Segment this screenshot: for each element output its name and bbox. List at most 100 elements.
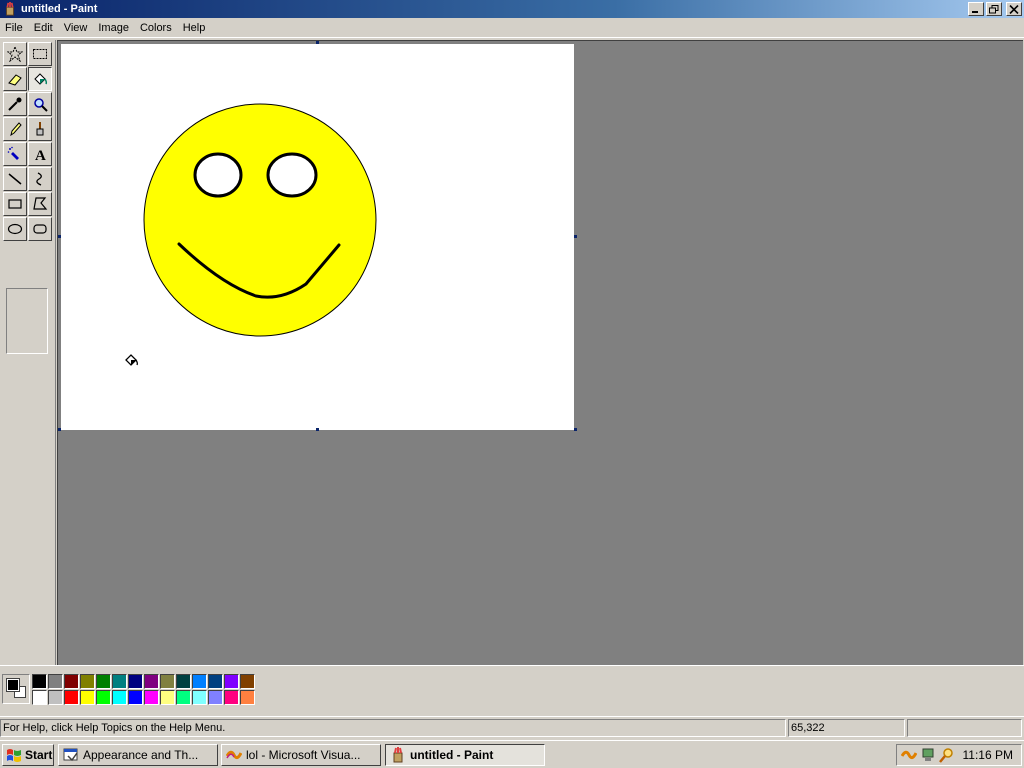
palette-swatch[interactable] <box>224 674 239 689</box>
palette-swatch[interactable] <box>176 690 191 705</box>
palette-swatch[interactable] <box>208 674 223 689</box>
foreground-color <box>6 678 20 692</box>
menu-colors[interactable]: Colors <box>135 18 178 38</box>
polygon-icon <box>33 197 48 210</box>
taskbar: Start Appearance and Th... lol - Microso… <box>0 740 1024 768</box>
palette-swatch[interactable] <box>160 674 175 689</box>
palette-swatch[interactable] <box>128 674 143 689</box>
resize-handle-top[interactable] <box>316 41 319 44</box>
resize-handle-bottom[interactable] <box>316 428 319 431</box>
title-bar[interactable]: untitled - Paint <box>0 0 1024 18</box>
right-eye <box>266 152 318 198</box>
search-tray-icon[interactable] <box>939 747 955 763</box>
resize-handle-corner[interactable] <box>574 428 577 431</box>
palette-swatch[interactable] <box>208 690 223 705</box>
menu-help[interactable]: Help <box>178 18 212 38</box>
visual-studio-tray-icon[interactable] <box>901 747 917 763</box>
smiley-face <box>143 103 377 337</box>
task-visual-studio[interactable]: lol - Microsoft Visua... <box>221 744 381 766</box>
palette-swatch[interactable] <box>192 690 207 705</box>
palette-swatch[interactable] <box>80 674 95 689</box>
status-help-text: For Help, click Help Topics on the Help … <box>0 719 786 737</box>
palette-swatch[interactable] <box>144 690 159 705</box>
palette-swatch[interactable] <box>240 674 255 689</box>
star-select-icon <box>7 46 23 62</box>
tool-line[interactable] <box>3 167 27 191</box>
task-appearance-themes[interactable]: Appearance and Th... <box>58 744 218 766</box>
palette-swatch[interactable] <box>160 690 175 705</box>
tool-curve[interactable] <box>28 167 52 191</box>
tool-ellipse[interactable] <box>3 217 27 241</box>
palette-swatch[interactable] <box>176 674 191 689</box>
tool-rounded-rectangle[interactable] <box>28 217 52 241</box>
task-paint[interactable]: untitled - Paint <box>385 744 545 766</box>
menu-image[interactable]: Image <box>93 18 135 38</box>
current-colors[interactable] <box>2 674 30 704</box>
ellipse-icon <box>7 223 23 235</box>
eyedropper-icon <box>8 97 22 111</box>
minimize-icon <box>972 10 978 13</box>
fill-cursor-icon <box>125 354 138 366</box>
tool-select[interactable] <box>28 42 52 66</box>
left-eye <box>193 152 243 198</box>
palette-swatch[interactable] <box>80 690 95 705</box>
palette-swatch[interactable] <box>224 690 239 705</box>
tool-rectangle[interactable] <box>3 192 27 216</box>
close-button[interactable] <box>1006 2 1022 16</box>
tool-options-box[interactable] <box>6 288 48 354</box>
resize-handle-bottom-left[interactable] <box>58 428 61 431</box>
paint-app-icon <box>6 2 14 16</box>
status-bar: For Help, click Help Topics on the Help … <box>0 716 1024 738</box>
network-tray-icon[interactable] <box>920 747 936 763</box>
palette-swatch[interactable] <box>96 690 111 705</box>
palette-swatch[interactable] <box>32 690 47 705</box>
palette-swatch[interactable] <box>64 690 79 705</box>
resize-handle-left[interactable] <box>58 235 61 238</box>
tool-text[interactable]: A <box>28 142 52 166</box>
status-size <box>907 719 1022 737</box>
status-coordinates: 65,322 <box>788 719 905 737</box>
restore-icon <box>989 4 999 13</box>
menu-view[interactable]: View <box>59 18 94 38</box>
control-panel-icon <box>63 748 78 762</box>
palette-swatch[interactable] <box>240 690 255 705</box>
menu-file[interactable]: File <box>0 18 29 38</box>
tool-free-form-select[interactable] <box>3 42 27 66</box>
tool-pencil[interactable] <box>3 117 27 141</box>
palette-swatch[interactable] <box>192 674 207 689</box>
resize-handle-right[interactable] <box>574 235 577 238</box>
airbrush-icon <box>7 146 19 160</box>
palette-swatch[interactable] <box>96 674 111 689</box>
menu-bar: File Edit View Image Colors Help <box>0 18 1024 38</box>
tool-pick-color[interactable] <box>3 92 27 116</box>
tool-fill-with-color[interactable] <box>28 67 52 91</box>
palette-swatch[interactable] <box>112 690 127 705</box>
color-palette <box>0 665 1024 713</box>
menu-edit[interactable]: Edit <box>29 18 59 38</box>
start-label: Start <box>25 748 53 762</box>
clock[interactable]: 11:16 PM <box>963 748 1013 762</box>
eraser-icon <box>8 74 22 86</box>
system-tray: 11:16 PM <box>896 744 1022 766</box>
tool-polygon[interactable] <box>28 192 52 216</box>
minimize-button[interactable] <box>968 2 984 16</box>
restore-button[interactable] <box>986 2 1002 16</box>
tool-airbrush[interactable] <box>3 142 27 166</box>
pencil-icon <box>10 122 22 137</box>
palette-swatch[interactable] <box>48 690 63 705</box>
drawing-canvas[interactable] <box>61 44 574 430</box>
tool-eraser[interactable] <box>3 67 27 91</box>
paint-bucket-icon <box>34 73 48 85</box>
palette-swatch[interactable] <box>144 674 159 689</box>
palette-swatch[interactable] <box>128 690 143 705</box>
start-button[interactable]: Start <box>2 744 54 766</box>
tool-magnifier[interactable] <box>28 92 52 116</box>
palette-swatch[interactable] <box>64 674 79 689</box>
tool-brush[interactable] <box>28 117 52 141</box>
palette-swatch[interactable] <box>32 674 47 689</box>
palette-swatch[interactable] <box>112 674 127 689</box>
palette-swatches <box>32 674 255 705</box>
magnifier-icon <box>34 98 48 112</box>
palette-swatch[interactable] <box>48 674 63 689</box>
line-icon <box>8 173 22 185</box>
